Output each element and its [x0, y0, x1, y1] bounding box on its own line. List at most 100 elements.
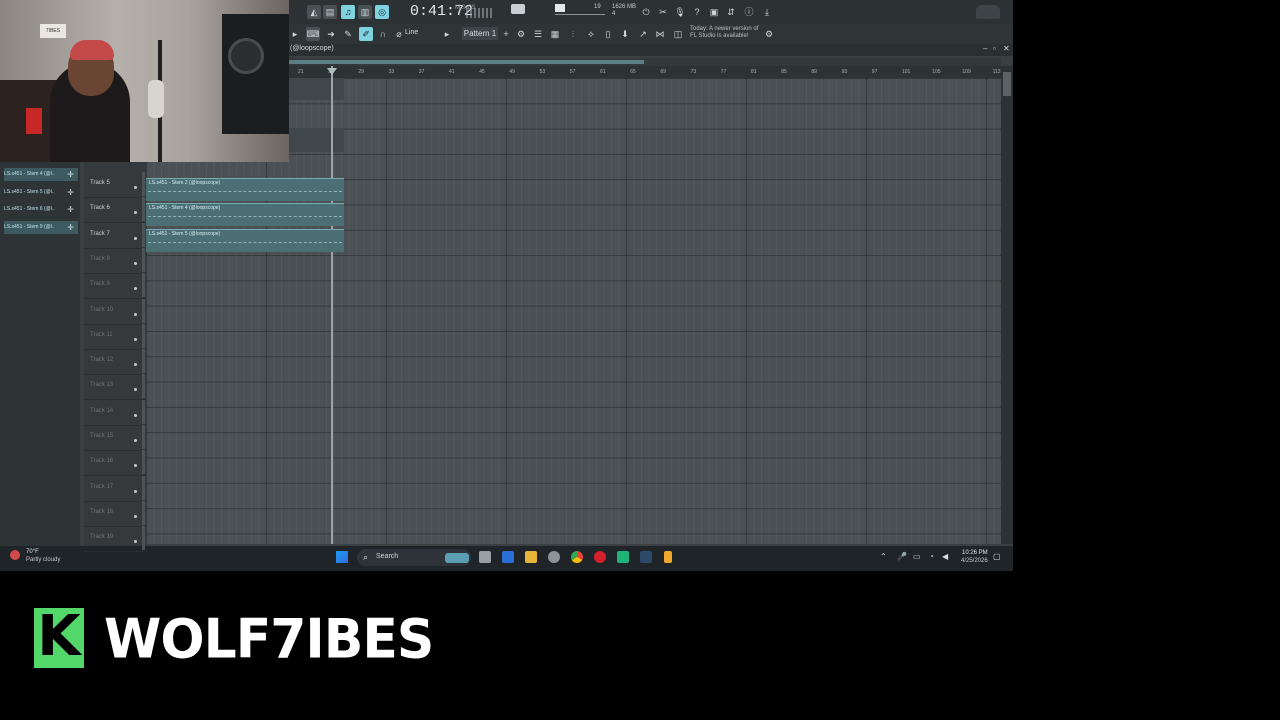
track-mute-dot-icon[interactable]	[134, 464, 137, 468]
drag-handle-icon[interactable]: ✛	[67, 221, 74, 234]
chrome-icon[interactable]	[571, 551, 583, 563]
draw-tool-icon[interactable]: ✎	[341, 27, 355, 41]
pattern-selector[interactable]: Pattern 1	[462, 27, 498, 40]
track-header[interactable]: Track 15	[84, 425, 146, 451]
plugin-icon[interactable]: ⇵	[724, 5, 738, 19]
ruler-bar-label[interactable]: 65	[630, 69, 636, 75]
ruler-bar-label[interactable]: 57	[570, 69, 576, 75]
minimize-icon[interactable]: –	[983, 44, 987, 53]
info-icon[interactable]: ⓘ	[742, 5, 756, 19]
track-header[interactable]: Track 19	[84, 526, 146, 553]
track-mute-dot-icon[interactable]	[134, 388, 137, 392]
track-header[interactable]: Track 14	[84, 399, 146, 426]
ruler-bar-label[interactable]: 77	[721, 69, 727, 75]
windows-start-icon[interactable]	[336, 551, 348, 563]
ruler-bar-label[interactable]: 21	[298, 69, 304, 75]
ruler-bar-label[interactable]: 41	[449, 69, 455, 75]
tool-6-icon[interactable]: ▯	[601, 27, 615, 41]
ruler-bar-label[interactable]: 45	[479, 69, 485, 75]
fl-studio-taskbar-icon[interactable]	[664, 551, 672, 563]
track-header[interactable]: Track 8	[84, 247, 146, 274]
drag-handle-icon[interactable]: ✛	[67, 203, 74, 216]
track-header[interactable]: Track 12	[84, 349, 146, 376]
track-mute-dot-icon[interactable]	[134, 261, 137, 265]
track-header[interactable]: Track 18	[84, 500, 146, 527]
track-header[interactable]: Track 6	[84, 197, 146, 224]
ruler-bar-label[interactable]: 105	[932, 69, 940, 75]
ruler-bar-label[interactable]: 101	[902, 69, 910, 75]
track-header[interactable]: Track 5	[84, 172, 146, 198]
ruler-bar-label[interactable]: 113	[993, 69, 1001, 75]
tool-10-icon[interactable]: ◫	[671, 27, 685, 41]
tool-7-icon[interactable]: ⬇	[618, 27, 632, 41]
timeline-ruler[interactable]	[289, 66, 1001, 78]
playlist-menu-icon[interactable]: ▸	[288, 27, 302, 41]
track-mute-dot-icon[interactable]	[134, 287, 137, 291]
ruler-bar-label[interactable]: 109	[962, 69, 970, 75]
track-header[interactable]: Track 9	[84, 273, 146, 300]
widgets-icon[interactable]	[502, 551, 514, 563]
tray-display-icon[interactable]: ▭	[913, 552, 921, 561]
view-piano-roll-icon[interactable]: ▥	[358, 5, 372, 19]
track-header[interactable]: Track 7	[84, 222, 146, 249]
ruler-bar-label[interactable]: 49	[509, 69, 515, 75]
clock-date[interactable]: 4/25/2026	[961, 558, 988, 564]
notifications-icon[interactable]: ▢	[993, 552, 1001, 561]
weather-temperature[interactable]: 70°F	[26, 549, 39, 555]
save-icon[interactable]: ▣	[707, 5, 721, 19]
cut-icon[interactable]: ✂	[656, 5, 670, 19]
ruler-bar-label[interactable]: 89	[811, 69, 817, 75]
microphone-icon[interactable]: 🎙	[673, 5, 687, 19]
tool-2-icon[interactable]: ☰	[531, 27, 545, 41]
ruler-bar-label[interactable]: 25	[328, 69, 334, 75]
ruler-bar-label[interactable]: 93	[842, 69, 848, 75]
magnet-icon[interactable]: ∩	[376, 27, 390, 41]
tool-5-icon[interactable]: ⟡	[584, 27, 598, 41]
snap-selector[interactable]: Line	[405, 29, 418, 36]
track-header[interactable]: Track 10	[84, 298, 146, 325]
view-playlist-icon[interactable]: ◭	[307, 5, 321, 19]
add-pattern-icon[interactable]: +	[499, 27, 513, 41]
settings-icon[interactable]: ⚙	[762, 27, 776, 41]
browser-item[interactable]: LS.s451 - Stem 6 (@l.. ✛	[4, 203, 78, 216]
tool-3-icon[interactable]: ▦	[548, 27, 562, 41]
drag-handle-icon[interactable]: ✛	[67, 168, 74, 181]
master-volume-slider[interactable]	[555, 14, 605, 15]
weather-icon[interactable]	[10, 550, 20, 560]
view-browser-icon[interactable]: ◎	[375, 5, 389, 19]
ruler-bar-label[interactable]: 53	[540, 69, 546, 75]
audio-clip[interactable]: LS.s451 - Stem 5 (@loopscope)	[146, 228, 344, 252]
tool-9-icon[interactable]: ⋈	[653, 27, 667, 41]
audio-clip[interactable]: LS.s451 - Stem 4 (@loopscope)	[146, 203, 344, 227]
track-mute-dot-icon[interactable]	[134, 211, 137, 215]
snap-magnet-icon[interactable]: ⌀	[392, 27, 406, 41]
task-view-icon[interactable]	[479, 551, 491, 563]
view-channel-rack-icon[interactable]: ▤	[323, 5, 337, 19]
app-green-icon[interactable]	[617, 551, 629, 563]
track-mute-dot-icon[interactable]	[134, 413, 137, 417]
track-mute-dot-icon[interactable]	[134, 514, 137, 518]
download-icon[interactable]: ⤓	[760, 5, 774, 19]
ruler-bar-label[interactable]: 69	[660, 69, 666, 75]
maximize-icon[interactable]: ▫	[993, 44, 996, 53]
tool-8-icon[interactable]: ↗	[636, 27, 650, 41]
track-mute-dot-icon[interactable]	[134, 489, 137, 493]
track-mute-dot-icon[interactable]	[134, 363, 137, 367]
tray-volume-icon[interactable]: ◀	[942, 552, 948, 561]
browser-item[interactable]: LS.s451 - Stem 4 (@l.. ✛	[4, 168, 78, 181]
track-header[interactable]: Track 13	[84, 374, 146, 401]
weather-description[interactable]: Partly cloudy	[26, 557, 60, 563]
tray-mic-icon[interactable]: 🎤	[897, 552, 907, 561]
browser-item[interactable]: LS.s451 - Stem 5 (@l.. ✛	[4, 186, 78, 199]
ruler-bar-label[interactable]: 85	[781, 69, 787, 75]
ruler-bar-label[interactable]: 97	[872, 69, 878, 75]
vertical-scroll-thumb[interactable]	[1003, 72, 1011, 96]
ruler-bar-label[interactable]: 73	[691, 69, 697, 75]
ruler-bar-label[interactable]: 29	[358, 69, 364, 75]
horizontal-scroll-thumb[interactable]	[289, 60, 644, 64]
track-mute-dot-icon[interactable]	[134, 236, 137, 240]
track-mute-dot-icon[interactable]	[134, 312, 137, 316]
track-header[interactable]: Track 17	[84, 475, 146, 502]
clock-time[interactable]: 10:26 PM	[962, 550, 988, 556]
opera-icon[interactable]	[594, 551, 606, 563]
